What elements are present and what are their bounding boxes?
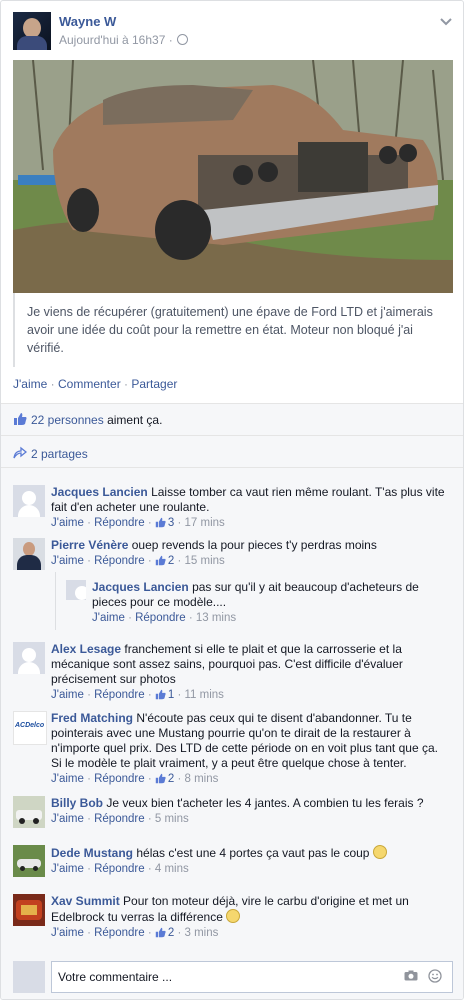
- acdelco-logo-avatar[interactable]: ACDelco: [13, 711, 47, 745]
- post-photo[interactable]: [13, 60, 453, 293]
- comment-time[interactable]: 8 mins: [185, 773, 219, 785]
- comment-like-count[interactable]: 2: [168, 773, 174, 785]
- acdelco-logo: ACDelco: [15, 722, 45, 729]
- commenter-name[interactable]: Alex Lesage: [51, 642, 121, 656]
- comment-reply-link[interactable]: Répondre: [94, 555, 145, 567]
- commenter-avatar[interactable]: [13, 642, 45, 674]
- commenter-name[interactable]: Billy Bob: [51, 796, 103, 810]
- commenter-avatar[interactable]: [13, 485, 45, 517]
- comment-text: Je veux bien t'acheter les 4 jantes. A c…: [106, 796, 424, 810]
- comment-time[interactable]: 17 mins: [185, 517, 225, 529]
- comment-time[interactable]: 4 mins: [155, 863, 189, 875]
- comment-reply-link[interactable]: Répondre: [94, 927, 145, 939]
- comment-reply-link[interactable]: Répondre: [94, 863, 145, 875]
- like-link[interactable]: J'aime: [13, 377, 47, 391]
- comment-like-count[interactable]: 1: [168, 689, 174, 701]
- commenter-avatar[interactable]: [13, 894, 45, 926]
- comment-time[interactable]: 5 mins: [155, 813, 189, 825]
- camera-icon[interactable]: [404, 970, 418, 981]
- comment-composer: Votre commentaire ...: [13, 961, 453, 993]
- commenter-name[interactable]: Xav Summit: [51, 894, 120, 908]
- current-user-avatar: [13, 961, 45, 993]
- comment-like-count[interactable]: 2: [168, 555, 174, 567]
- commenter-avatar[interactable]: [66, 580, 86, 600]
- comment-reply-link[interactable]: Répondre: [94, 773, 145, 785]
- comment-time[interactable]: 13 mins: [196, 612, 236, 624]
- comment-reply-link[interactable]: Répondre: [135, 612, 186, 624]
- author-name[interactable]: Wayne W: [59, 14, 116, 29]
- likes-people-link[interactable]: 22 personnes: [31, 413, 104, 427]
- author-avatar[interactable]: [13, 12, 51, 50]
- shares-summary: 2 partages: [1, 435, 463, 468]
- separator: ·: [50, 377, 55, 391]
- comment-time[interactable]: 11 mins: [185, 689, 224, 701]
- emoji-icon: [226, 909, 241, 923]
- timestamp-text[interactable]: Aujourd'hui à 16h37 ·: [59, 33, 173, 47]
- share-arrow-icon: [13, 446, 27, 459]
- comment-link[interactable]: Commenter: [58, 377, 121, 391]
- comment-time[interactable]: 3 mins: [185, 927, 219, 939]
- comment-like-link[interactable]: J'aime: [51, 813, 84, 825]
- comment-text: hélas c'est une 4 portes ça vaut pas le …: [136, 846, 370, 860]
- comment-like-link[interactable]: J'aime: [92, 612, 125, 624]
- thumbs-up-icon: [155, 517, 166, 528]
- emoji-icon: [372, 845, 387, 859]
- commenter-avatar[interactable]: [13, 796, 45, 828]
- thumbs-up-icon: [155, 555, 166, 566]
- thumbs-up-icon: [155, 773, 166, 784]
- comment-text: ouep revends la pour pieces t'y perdras …: [131, 538, 377, 552]
- post-actions: J'aime · Commenter · Partager: [13, 377, 177, 391]
- globe-icon: [176, 34, 188, 45]
- comment-like-link[interactable]: J'aime: [51, 517, 84, 529]
- likes-summary: 22 personnes aiment ça.: [1, 403, 463, 436]
- emoji-picker-icon[interactable]: [428, 969, 442, 983]
- post-header: Wayne W Aujourd'hui à 16h37 ·: [13, 12, 453, 52]
- commenter-name[interactable]: Dede Mustang: [51, 846, 133, 860]
- commenter-name[interactable]: Jacques Lancien: [92, 580, 189, 594]
- comment-input[interactable]: Votre commentaire ...: [51, 961, 453, 993]
- comment-like-count[interactable]: 2: [168, 927, 174, 939]
- commenter-avatar[interactable]: [13, 845, 45, 877]
- separator: ·: [124, 377, 129, 391]
- share-link[interactable]: Partager: [131, 377, 177, 391]
- shares-link[interactable]: 2 partages: [31, 447, 88, 461]
- chevron-down-icon[interactable]: [439, 14, 453, 28]
- comments-section: Jacques Lancien Laisse tomber ca vaut ri…: [1, 467, 463, 999]
- commenter-name[interactable]: Pierre Vénère: [51, 538, 128, 552]
- comment-like-link[interactable]: J'aime: [51, 773, 84, 785]
- reply-thread: Jacques Lancien pas sur qu'il y ait beau…: [55, 572, 452, 630]
- thumbs-up-icon: [155, 927, 166, 938]
- likes-suffix: aiment ça.: [103, 413, 163, 427]
- post-timestamp[interactable]: Aujourd'hui à 16h37 ·: [59, 33, 188, 47]
- thumbs-up-icon: [155, 689, 166, 700]
- post-text: Je viens de récupérer (gratuitement) une…: [13, 293, 447, 367]
- comment-like-link[interactable]: J'aime: [51, 555, 84, 567]
- comment-like-count[interactable]: 3: [168, 517, 174, 529]
- commenter-name[interactable]: Fred Matching: [51, 711, 133, 725]
- thumbs-up-icon: [14, 413, 27, 425]
- comment-like-link[interactable]: J'aime: [51, 927, 84, 939]
- comment-like-link[interactable]: J'aime: [51, 863, 84, 875]
- comment-placeholder: Votre commentaire ...: [58, 970, 173, 984]
- commenter-avatar[interactable]: [13, 538, 45, 570]
- comment-reply-link[interactable]: Répondre: [94, 517, 145, 529]
- comment-reply-link[interactable]: Répondre: [94, 813, 145, 825]
- comment-reply-link[interactable]: Répondre: [94, 689, 145, 701]
- comment-time[interactable]: 15 mins: [185, 555, 225, 567]
- likes-text: 22 personnes aiment ça.: [31, 413, 162, 427]
- comment-like-link[interactable]: J'aime: [51, 689, 84, 701]
- post-card: Wayne W Aujourd'hui à 16h37 · Je viens d…: [0, 0, 464, 1000]
- commenter-name[interactable]: Jacques Lancien: [51, 485, 148, 499]
